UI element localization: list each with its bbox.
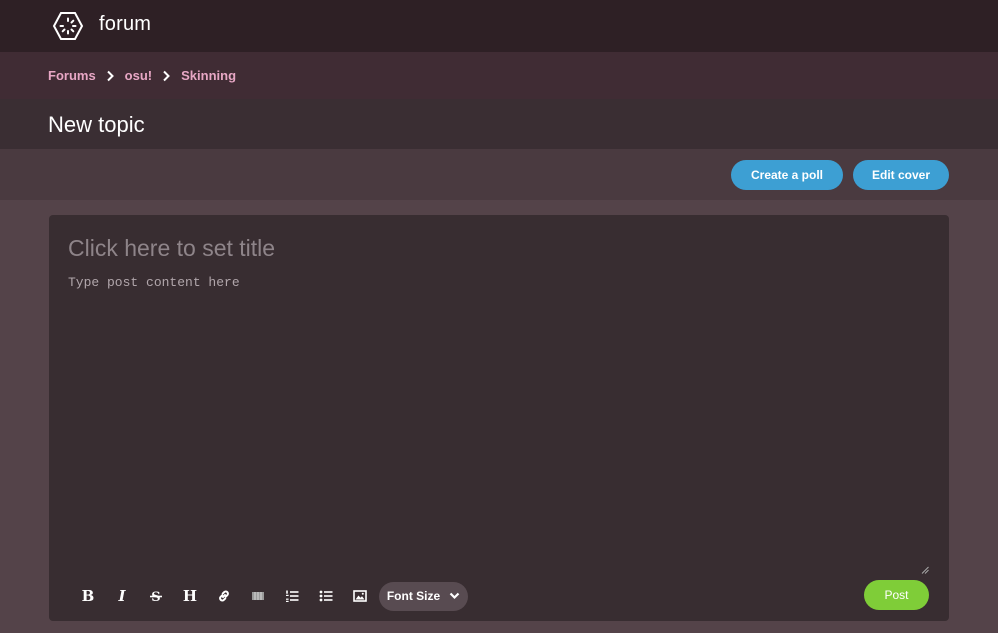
breadcrumb: Forums osu! Skinning (48, 68, 236, 83)
spoiler-icon (252, 592, 264, 600)
brand-title[interactable]: forum (99, 13, 151, 36)
page-header: New topic (0, 99, 998, 149)
top-navigation-bar: forum (0, 0, 998, 52)
bold-icon: B (81, 587, 95, 605)
action-bar: Create a poll Edit cover (0, 149, 998, 200)
post-button[interactable]: Post (864, 580, 929, 610)
chevron-right-icon (106, 70, 114, 81)
create-poll-button[interactable]: Create a poll (731, 160, 843, 190)
link-icon (219, 590, 229, 602)
breadcrumb-osu[interactable]: osu! (125, 68, 152, 83)
post-content-textarea[interactable]: Type post content here (68, 275, 930, 575)
unordered-list-icon (319, 590, 333, 602)
page-title: New topic (48, 112, 145, 137)
topic-title-input[interactable]: Click here to set title (68, 235, 928, 267)
breadcrumb-forums[interactable]: Forums (48, 68, 96, 83)
breadcrumb-bar: Forums osu! Skinning (0, 52, 998, 99)
heading-icon: H (182, 587, 198, 605)
strikethrough-icon: S (150, 590, 162, 603)
breadcrumb-skinning[interactable]: Skinning (181, 68, 236, 83)
heading-button[interactable]: H (173, 581, 207, 611)
link-button[interactable] (207, 581, 241, 611)
image-button[interactable] (343, 581, 377, 611)
resize-handle-icon[interactable] (921, 566, 929, 574)
post-editor: Click here to set title Type post conten… (49, 215, 949, 621)
formatting-toolbar: B I S H Font Size (71, 581, 468, 611)
strikethrough-button[interactable]: S (139, 581, 173, 611)
ordered-list-button[interactable] (275, 581, 309, 611)
ordered-list-icon (286, 590, 299, 602)
unordered-list-button[interactable] (309, 581, 343, 611)
italic-icon: I (118, 587, 126, 605)
bold-button[interactable]: B (71, 581, 105, 611)
spoiler-button[interactable] (241, 581, 275, 611)
chevron-right-icon (163, 70, 171, 81)
italic-button[interactable]: I (105, 581, 139, 611)
edit-cover-button[interactable]: Edit cover (853, 160, 949, 190)
osu-logo-icon[interactable] (52, 10, 84, 42)
image-icon (353, 590, 367, 602)
font-size-dropdown[interactable]: Font Size (379, 581, 468, 611)
font-size-label: Font Size (386, 589, 441, 603)
chevron-down-icon (449, 592, 460, 600)
